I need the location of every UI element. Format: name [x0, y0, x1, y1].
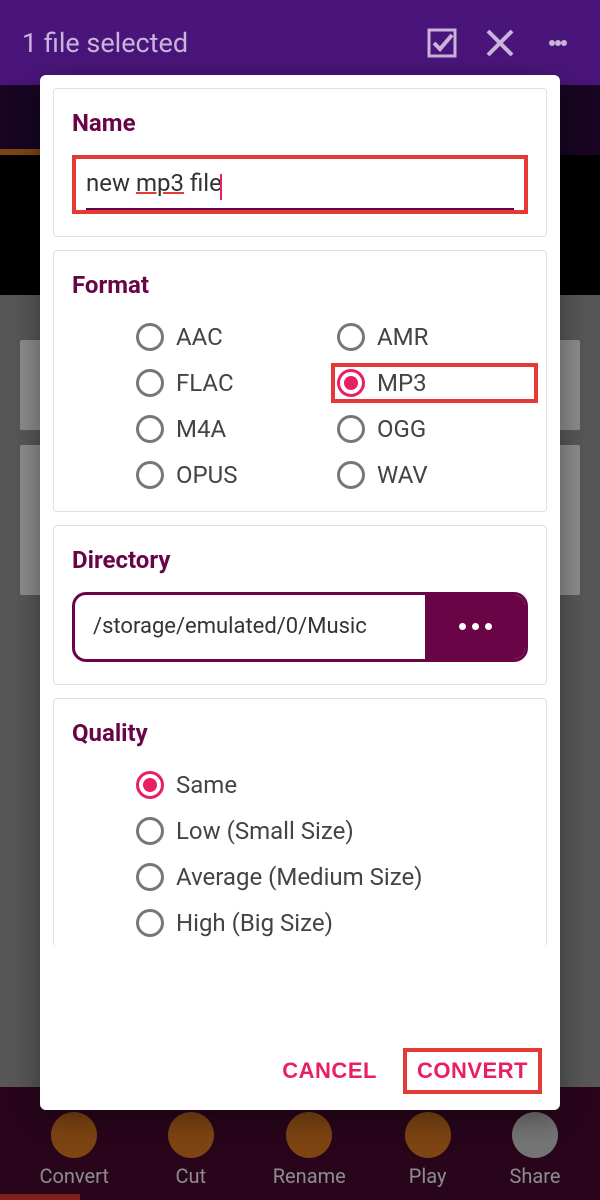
appbar-title: 1 file selected: [22, 27, 404, 59]
directory-browse-button[interactable]: [425, 595, 525, 659]
quality-option-high[interactable]: High (Big Size): [136, 909, 528, 937]
directory-path[interactable]: /storage/emulated/0/Music: [75, 595, 425, 659]
dialog-actions: CANCEL CONVERT: [40, 1038, 560, 1110]
close-icon[interactable]: [480, 23, 520, 63]
format-option-flac[interactable]: FLAC: [136, 369, 327, 397]
top-app-bar: 1 file selected: [0, 0, 600, 85]
format-heading: Format: [72, 271, 528, 299]
quality-section: Quality Same Low (Small Size) Average (M…: [53, 698, 547, 947]
cancel-button[interactable]: CANCEL: [268, 1048, 391, 1094]
directory-row: /storage/emulated/0/Music: [72, 592, 528, 662]
text-cursor: [220, 174, 222, 200]
name-section: Name new mp3 file: [53, 88, 547, 237]
convert-dialog: Name new mp3 file Format AAC AMR FLAC MP…: [40, 75, 560, 1110]
directory-section: Directory /storage/emulated/0/Music: [53, 525, 547, 685]
quality-option-same[interactable]: Same: [136, 771, 528, 799]
format-option-m4a[interactable]: M4A: [136, 415, 327, 443]
format-option-amr[interactable]: AMR: [337, 323, 528, 351]
format-option-opus[interactable]: OPUS: [136, 461, 327, 489]
name-input[interactable]: new mp3 file: [86, 165, 514, 210]
format-option-mp3[interactable]: MP3: [331, 363, 538, 403]
quality-option-low[interactable]: Low (Small Size): [136, 817, 528, 845]
quality-heading: Quality: [72, 719, 528, 747]
format-option-aac[interactable]: AAC: [136, 323, 327, 351]
convert-button[interactable]: CONVERT: [403, 1048, 542, 1094]
name-input-highlight: new mp3 file: [72, 155, 528, 214]
quality-option-average[interactable]: Average (Medium Size): [136, 863, 528, 891]
format-option-ogg[interactable]: OGG: [337, 415, 528, 443]
format-option-wav[interactable]: WAV: [337, 461, 528, 489]
more-icon[interactable]: [538, 23, 578, 63]
select-all-icon[interactable]: [422, 23, 462, 63]
format-section: Format AAC AMR FLAC MP3 M4A OGG OPUS WAV: [53, 250, 547, 512]
name-heading: Name: [72, 109, 528, 137]
directory-heading: Directory: [72, 546, 528, 574]
